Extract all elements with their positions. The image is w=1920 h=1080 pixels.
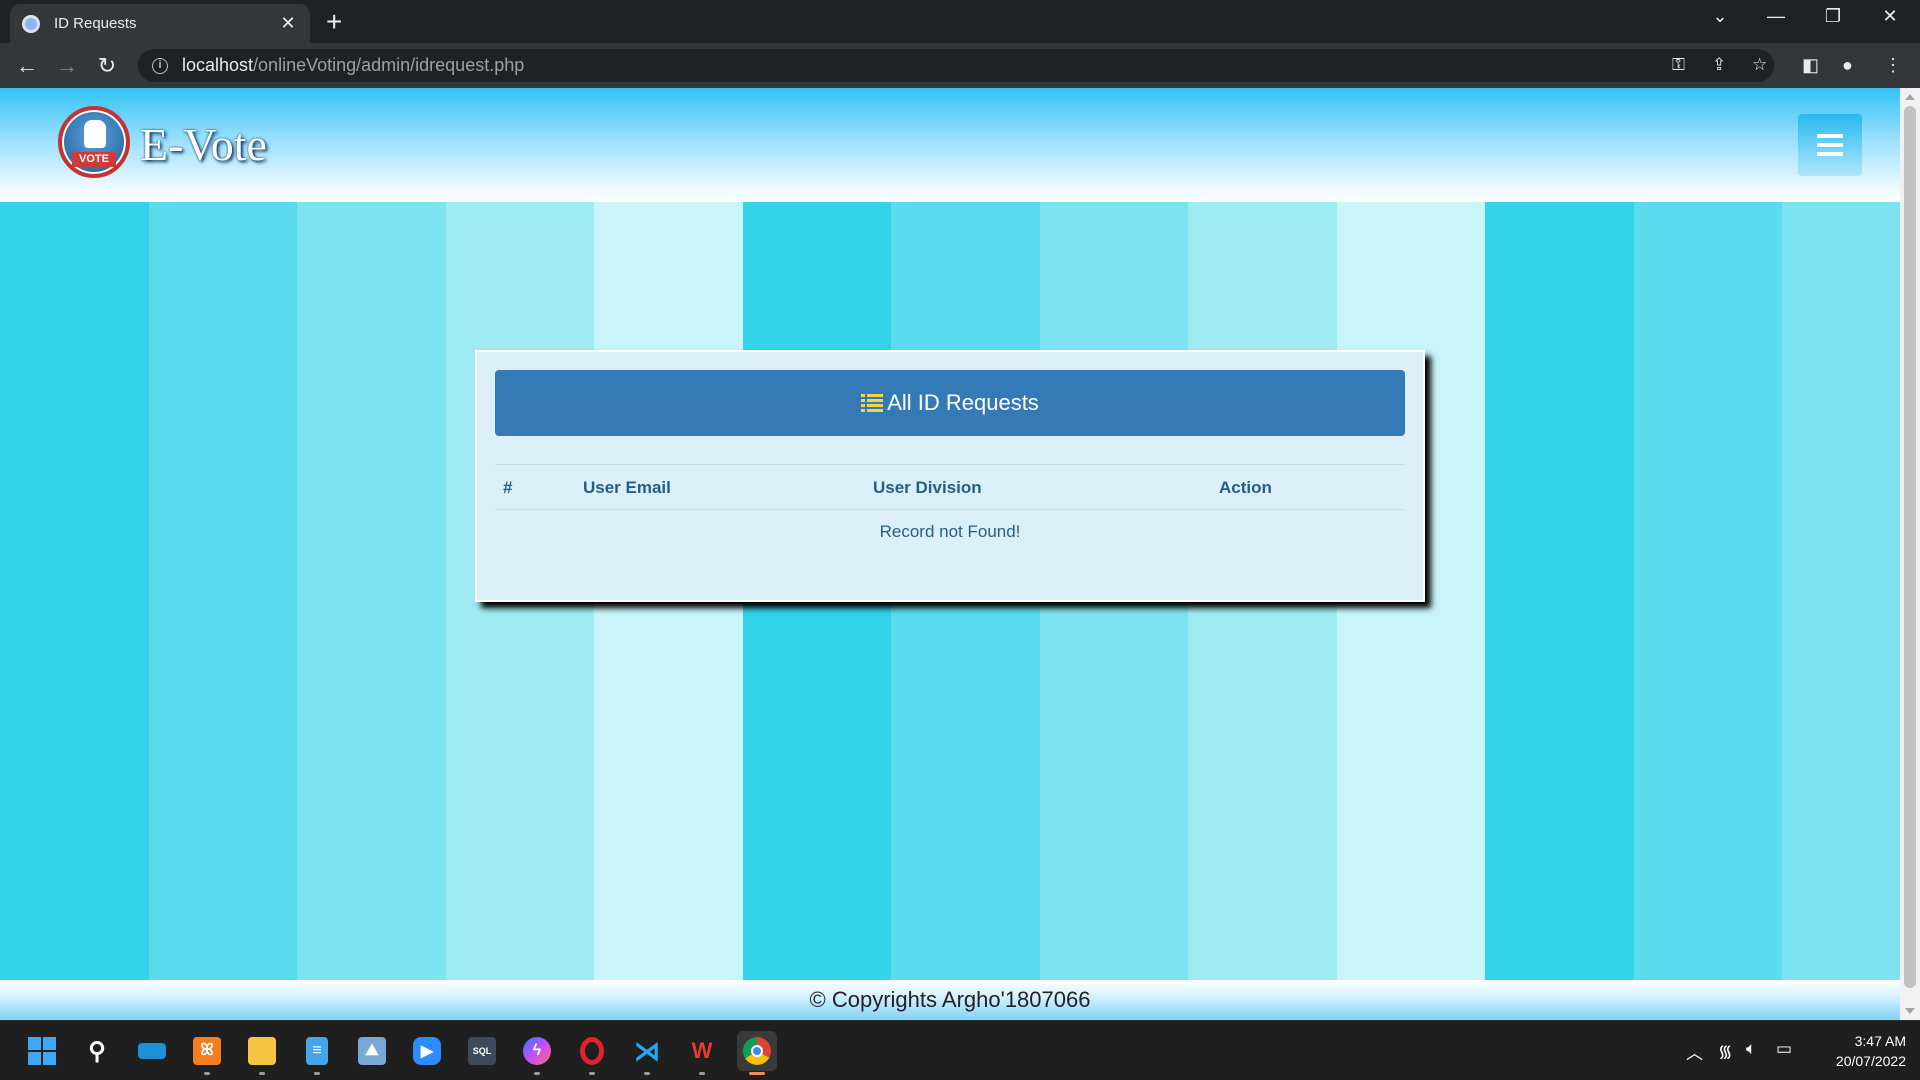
reload-icon[interactable]: ↻ xyxy=(92,51,122,81)
site-header: VOTE E-Vote xyxy=(0,88,1900,202)
clock-date: 20/07/2022 xyxy=(1835,1053,1906,1069)
notepad-icon: ≡ xyxy=(306,1037,328,1065)
side-panel-icon[interactable]: ◧ xyxy=(1802,55,1819,76)
volume-icon[interactable]: 🔈︎ xyxy=(1746,1039,1756,1059)
page-viewport: VOTE E-Vote All ID Requests # User Email… xyxy=(0,88,1900,1020)
hamburger-icon xyxy=(1817,134,1843,138)
sql-icon: SQL xyxy=(468,1037,496,1065)
new-tab-icon[interactable]: + xyxy=(326,6,342,38)
chrome-icon xyxy=(743,1037,771,1065)
taskbar-opera[interactable] xyxy=(572,1031,612,1075)
background-stripe xyxy=(1782,202,1900,980)
more-menu-icon[interactable]: ⋮ xyxy=(1884,55,1902,76)
taskbar-wps-office[interactable]: W xyxy=(682,1031,722,1075)
windows-taskbar: ⚲ ꕤ ≡ ⛰ ▶ SQL ϟ ⋊ W ︿ ᯾ 🔈︎ ▭ 3:47 AM 20/… xyxy=(0,1020,1920,1080)
taskbar-xampp[interactable]: ꕤ xyxy=(187,1031,227,1075)
column-header-user-email: User Email xyxy=(583,478,671,497)
taskbar-file-explorer[interactable] xyxy=(242,1031,282,1075)
background-stripe xyxy=(1485,202,1635,980)
key-icon[interactable]: ⚿ xyxy=(1672,55,1685,75)
share-icon[interactable]: ⇪ xyxy=(1712,55,1726,75)
taskbar-vscode[interactable]: ⋊ xyxy=(627,1031,667,1075)
list-icon xyxy=(861,394,884,412)
clock-time: 3:47 AM xyxy=(1854,1033,1906,1049)
opera-icon xyxy=(580,1037,604,1065)
taskbar-zoom[interactable]: ▶ xyxy=(407,1031,447,1071)
battery-icon[interactable]: ▭ xyxy=(1776,1039,1792,1059)
logo-vote-label: VOTE xyxy=(72,152,116,167)
url-host: localhost xyxy=(182,55,254,75)
folder-icon xyxy=(248,1037,276,1065)
wifi-icon[interactable]: ᯾ xyxy=(1718,1039,1732,1062)
task-view-icon xyxy=(138,1043,166,1059)
browser-tab[interactable]: ID Requests ✕ xyxy=(10,4,310,43)
taskbar-notepad[interactable]: ≡ xyxy=(297,1031,337,1075)
url-path: /onlineVoting/admin/idrequest.php xyxy=(253,55,525,75)
windows-logo-icon xyxy=(28,1037,56,1065)
background-stripe xyxy=(1634,202,1784,980)
hand-icon xyxy=(84,120,106,148)
xampp-icon: ꕤ xyxy=(193,1037,221,1065)
site-info-icon[interactable]: i xyxy=(152,57,168,74)
back-icon[interactable]: ← xyxy=(12,51,42,81)
tab-title: ID Requests xyxy=(54,15,137,32)
tab-favicon-icon xyxy=(22,14,40,33)
taskbar-sql[interactable]: SQL xyxy=(462,1031,502,1071)
scroll-thumb[interactable] xyxy=(1904,106,1916,988)
vscode-icon: ⋊ xyxy=(633,1035,661,1066)
tab-close-icon[interactable]: ✕ xyxy=(278,13,298,34)
column-header-action: Action xyxy=(1219,478,1272,497)
tray-overflow-icon[interactable]: ︿ xyxy=(1686,1039,1703,1064)
profile-icon[interactable]: ● xyxy=(1842,55,1853,76)
taskbar-messenger[interactable]: ϟ xyxy=(517,1031,557,1075)
wps-office-icon: W xyxy=(688,1037,716,1065)
background-stripe xyxy=(0,202,150,980)
taskbar-chrome[interactable] xyxy=(737,1031,777,1075)
browser-tab-bar: ID Requests ✕ + ⌄ — ❐ ✕ xyxy=(0,0,1920,43)
zoom-icon: ▶ xyxy=(413,1037,441,1065)
menu-toggle-button[interactable] xyxy=(1798,114,1862,176)
bookmark-star-icon[interactable]: ☆ xyxy=(1752,55,1767,75)
start-button[interactable] xyxy=(22,1031,62,1071)
id-requests-panel: All ID Requests # User Email User Divisi… xyxy=(475,350,1425,602)
brand-title[interactable]: E-Vote xyxy=(140,118,267,171)
table-header-row: # User Email User Division Action xyxy=(495,464,1405,510)
background-stripe xyxy=(297,202,447,980)
photos-icon: ⛰ xyxy=(358,1037,386,1065)
maximize-icon[interactable]: ❐ xyxy=(1813,6,1853,27)
panel-title: All ID Requests xyxy=(887,390,1039,415)
taskbar-photos[interactable]: ⛰ xyxy=(352,1031,392,1071)
site-footer: © Copyrights Argho'1807066 xyxy=(0,980,1900,1020)
evote-logo[interactable]: VOTE xyxy=(58,106,130,178)
panel-heading: All ID Requests xyxy=(495,370,1405,436)
empty-table-message: Record not Found! xyxy=(879,522,1021,541)
taskbar-task-view[interactable] xyxy=(132,1031,172,1071)
close-window-icon[interactable]: ✕ xyxy=(1870,6,1910,27)
page-scrollbar[interactable] xyxy=(1900,88,1920,1020)
scroll-up-icon[interactable] xyxy=(1905,94,1915,100)
browser-toolbar: ← → ↻ i localhost/onlineVoting/admin/idr… xyxy=(0,43,1920,88)
system-clock[interactable]: 3:47 AM 20/07/2022 xyxy=(1810,1031,1906,1071)
taskbar-search[interactable]: ⚲ xyxy=(77,1031,117,1071)
messenger-icon: ϟ xyxy=(523,1037,551,1065)
scroll-down-icon[interactable] xyxy=(1905,1008,1915,1014)
forward-icon[interactable]: → xyxy=(52,51,82,81)
minimize-icon[interactable]: — xyxy=(1756,6,1796,27)
column-header-number: # xyxy=(503,478,513,497)
address-bar[interactable]: i localhost/onlineVoting/admin/idrequest… xyxy=(138,49,1774,82)
search-icon: ⚲ xyxy=(88,1037,106,1065)
column-header-user-division: User Division xyxy=(873,478,982,497)
tab-search-icon[interactable]: ⌄ xyxy=(1700,6,1740,27)
background-stripe xyxy=(149,202,299,980)
